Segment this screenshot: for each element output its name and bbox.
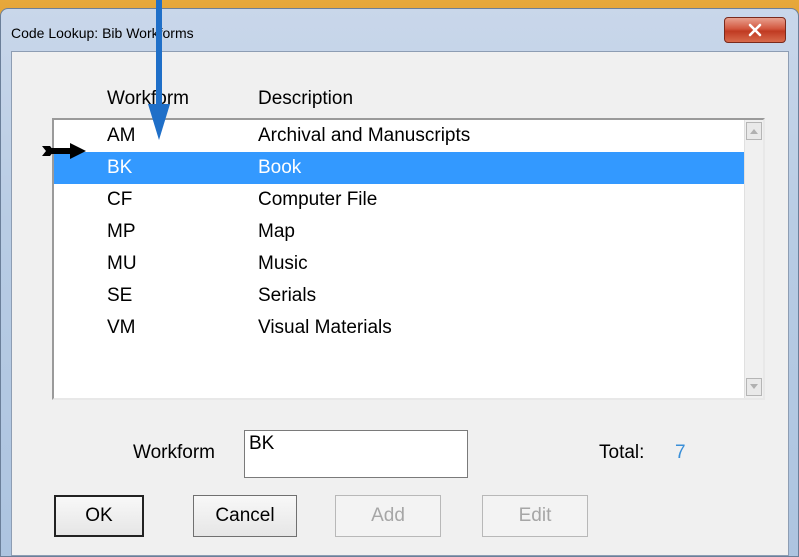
list-item-description: Serials bbox=[258, 285, 317, 306]
list-item-code: CF bbox=[107, 189, 133, 210]
list-item-description: Computer File bbox=[258, 189, 378, 210]
list-scrollbar[interactable] bbox=[744, 120, 763, 398]
list-item-description: Visual Materials bbox=[258, 317, 392, 338]
list-item-description: Archival and Manuscripts bbox=[258, 125, 471, 146]
close-icon bbox=[748, 23, 762, 37]
list-item-code: VM bbox=[107, 317, 136, 338]
ok-button[interactable]: OK bbox=[54, 495, 144, 537]
edit-button[interactable]: Edit bbox=[482, 495, 588, 537]
list-item[interactable]: SE Serials bbox=[54, 280, 746, 312]
workform-input[interactable]: BK bbox=[244, 430, 468, 478]
list-item[interactable]: VM Visual Materials bbox=[54, 312, 746, 344]
current-row-arrow-icon bbox=[42, 143, 86, 159]
dialog-client-area: Workform Description AM Archival and Man… bbox=[11, 51, 789, 556]
list-item-selected[interactable]: BK Book bbox=[54, 152, 746, 184]
list-item[interactable]: CF Computer File bbox=[54, 184, 746, 216]
triangle-down-icon bbox=[750, 384, 758, 389]
cancel-button[interactable]: Cancel bbox=[193, 495, 297, 537]
dialog-window: Code Lookup: Bib Workforms Workform Desc… bbox=[0, 8, 799, 557]
close-button[interactable] bbox=[724, 17, 786, 43]
list-item[interactable]: MU Music bbox=[54, 248, 746, 280]
list-item-description: Map bbox=[258, 221, 295, 242]
triangle-up-icon bbox=[750, 129, 758, 134]
scroll-up-button[interactable] bbox=[746, 122, 762, 140]
add-button[interactable]: Add bbox=[335, 495, 441, 537]
list-item-code: MP bbox=[107, 221, 136, 242]
title-bar[interactable]: Code Lookup: Bib Workforms bbox=[1, 9, 798, 55]
list-item-code: SE bbox=[107, 285, 133, 306]
list-item-description: Book bbox=[258, 157, 302, 178]
total-count: 7 bbox=[675, 442, 686, 463]
workform-list[interactable]: AM Archival and Manuscripts BK Book CF C… bbox=[52, 118, 765, 400]
list-item-code: MU bbox=[107, 253, 137, 274]
scroll-down-button[interactable] bbox=[746, 378, 762, 396]
list-item-code: BK bbox=[107, 157, 133, 178]
workform-field-label: Workform bbox=[133, 442, 215, 463]
annotation-arrow-icon bbox=[148, 0, 170, 140]
list-item[interactable]: MP Map bbox=[54, 216, 746, 248]
column-header-description: Description bbox=[258, 88, 354, 109]
list-item-code: AM bbox=[107, 125, 136, 146]
list-item-description: Music bbox=[258, 253, 308, 274]
total-label: Total: bbox=[599, 442, 645, 463]
